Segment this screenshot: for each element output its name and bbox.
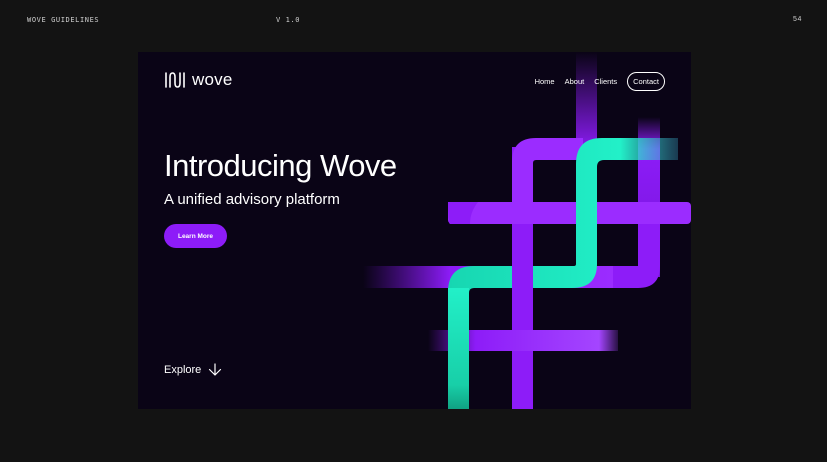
brand-name: wove xyxy=(192,70,233,89)
website-hero-mockup: wove Home About Clients Contact Introduc… xyxy=(138,52,691,409)
brand-logo[interactable]: wove xyxy=(164,69,233,91)
nav-home[interactable]: Home xyxy=(535,77,555,86)
guidelines-title: WOVE GUIDELINES xyxy=(27,16,100,24)
hero-title: Introducing Wove xyxy=(164,148,397,183)
guidelines-header: WOVE GUIDELINES V 1.0 54 xyxy=(0,0,827,40)
explore-label: Explore xyxy=(164,364,202,376)
top-navigation: Home About Clients Contact xyxy=(535,72,665,91)
arrow-down-icon xyxy=(209,363,222,376)
learn-more-button[interactable]: Learn More xyxy=(164,224,227,248)
purple-over-b xyxy=(638,202,660,224)
purple-strip-a xyxy=(576,52,597,152)
nav-about[interactable]: About xyxy=(565,77,585,86)
guidelines-version: V 1.0 xyxy=(276,16,301,24)
mint-vertical xyxy=(448,288,469,409)
purple-corner-top xyxy=(512,138,583,202)
explore-link[interactable]: Explore xyxy=(164,363,222,377)
contact-button[interactable]: Contact xyxy=(627,72,665,91)
hero-subtitle: A unified advisory platform xyxy=(164,191,340,208)
wave-lines-logo-icon xyxy=(165,72,185,88)
page-number: 54 xyxy=(793,16,802,23)
purple-over-a xyxy=(512,266,533,288)
purple-loop-right xyxy=(613,224,660,288)
nav-clients[interactable]: Clients xyxy=(594,77,617,86)
